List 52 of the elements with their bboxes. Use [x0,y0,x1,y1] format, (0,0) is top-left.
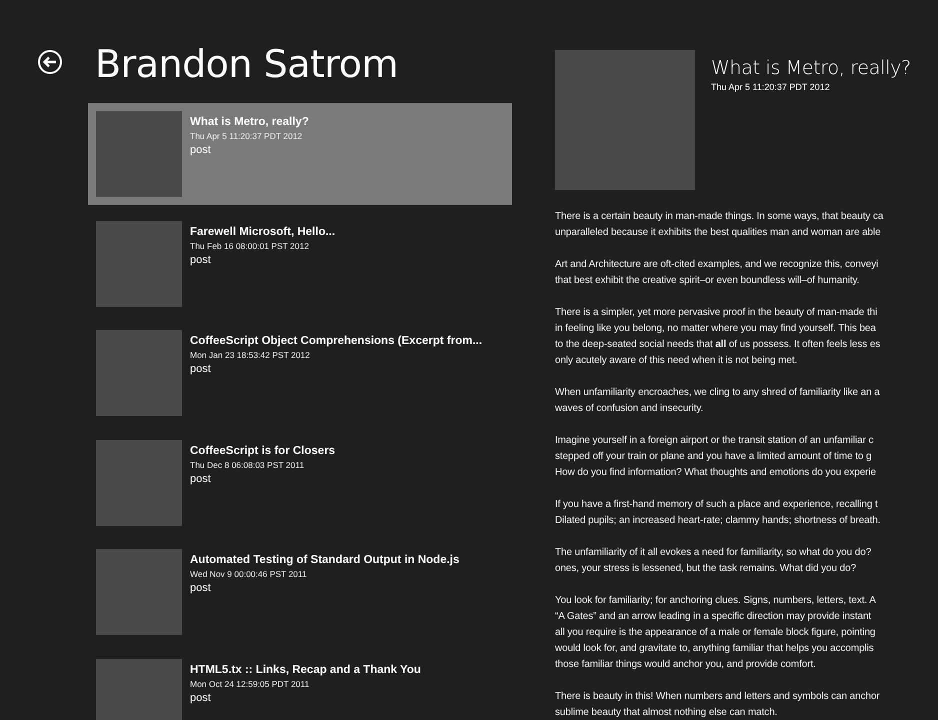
article-text: ones, your stress is lessened, but the task remains. What did you do? [555,562,858,576]
article-text: The unfamiliarity of it all evokes a need for familiarity, so what do you do? [555,546,872,560]
post-date: Mon Jan 23 18:53:42 PST 2012 [190,350,311,360]
article-text: those familiar things would anchor you, and provide comfort. [555,658,817,672]
post-type: post [190,254,212,266]
article-text: Art and Architecture are oft-cited examples, and we recognize this, conveyi [555,258,880,272]
article-text: If you have a first-hand memory of such a place and experience, recalling t [555,498,879,512]
article-text: only acutely aware of this need when it is not being met. [555,354,798,368]
post-title: What is Metro, really? [190,116,309,128]
article-text: When unfamiliarity encroaches, we cling to any shred of familiarity like an a [555,386,881,400]
post-item[interactable]: Farewell Microsoft, Hello... Thu Feb 16 08:00:01 PST 2012 post [88,212,512,314]
article-text: Imagine yourself in a foreign airport or the transit station of an unfamiliar c [555,434,874,448]
post-date: Thu Feb 16 08:00:01 PST 2012 [190,240,310,250]
page-title: Brandon Satrom [95,45,398,83]
post-date: Wed Nov 9 00:00:46 PST 2011 [190,569,308,579]
article-text: “A Gates” and an arrow leading in a specific direction may provide instant [555,610,872,624]
article-text: all you require is the appearance of a male or female block figure, pointing [555,626,876,640]
article-text: There is a certain beauty in man-made things. In some ways, that beauty ca [555,210,884,224]
post-title: Automated Testing of Standard Output in Node.js [190,554,460,566]
post-title: CoffeeScript Object Comprehensions (Excerpt from... [190,335,482,347]
post-type: post [190,472,212,484]
post-date: Thu Apr 5 11:20:37 PDT 2012 [190,131,304,141]
post-item[interactable]: Automated Testing of Standard Output in Node.js Wed Nov 9 00:00:46 PST 2011 post [88,541,512,643]
article-date: Thu Apr 5 11:20:37 PDT 2012 [711,82,831,92]
post-title: HTML5.tx :: Links, Recap and a Thank You [190,664,421,676]
post-type: post [190,582,212,594]
post-type: post [190,692,212,704]
article-text: Dilated pupils; an increased heart-rate; clammy hands; shortness of breath. [555,514,882,528]
article-text: There is a simpler, yet more pervasive proof in the beauty of man-made thi [555,306,878,320]
post-item[interactable]: CoffeeScript is for Closers Thu Dec 8 06:08:03 PST 2011 post [88,432,512,534]
article-text: to the deep-seated social needs that all of us possess. It often feels less es [555,338,882,352]
post-date: Mon Oct 24 12:59:05 PDT 2011 [190,678,310,688]
post-item[interactable]: HTML5.tx :: Links, Recap and a Thank You Mon Oct 24 12:59:05 PDT 2011 post [88,650,512,720]
post-date: Thu Dec 8 06:08:03 PST 2011 [190,460,306,470]
article-text: would look for, and gravitate to, anything familiar that helps you accomplis [555,642,875,656]
article-text: waves of confusion and insecurity. [555,402,704,416]
article-text: that best exhibit the creative spirit–or even boundless will–of humanity. [555,274,860,288]
post-item[interactable]: CoffeeScript Object Comprehensions (Excerpt from... Mon Jan 23 18:53:42 PST 2012 post [88,322,512,424]
post-item[interactable]: What is Metro, really? Thu Apr 5 11:20:37 PDT 2012 post [88,103,512,205]
post-title: CoffeeScript is for Closers [190,444,336,456]
article-text: unparalleled because it exhibits the best qualities man and woman are able [555,226,882,240]
article-text: stepped off your train or plane and you have a limited amount of time to g [555,450,873,464]
post-title: Farewell Microsoft, Hello... [190,226,336,238]
article-title: What is Metro, really? [711,57,911,79]
article-text: How do you find information? What thoughts and emotions do you experie [555,466,877,480]
article-text: sublime beauty that almost nothing else can match. [555,706,778,720]
back-icon[interactable] [37,49,63,75]
post-type: post [190,144,212,156]
article-text: in feeling like you belong, no matter where you may find yourself. This bea [555,322,877,336]
article-text: You look for familiarity; for anchoring clues. Signs, numbers, letters, text. A [555,594,877,608]
article-text: There is beauty in this! When numbers and letters and symbols can anchor [555,690,881,704]
post-type: post [190,363,212,375]
